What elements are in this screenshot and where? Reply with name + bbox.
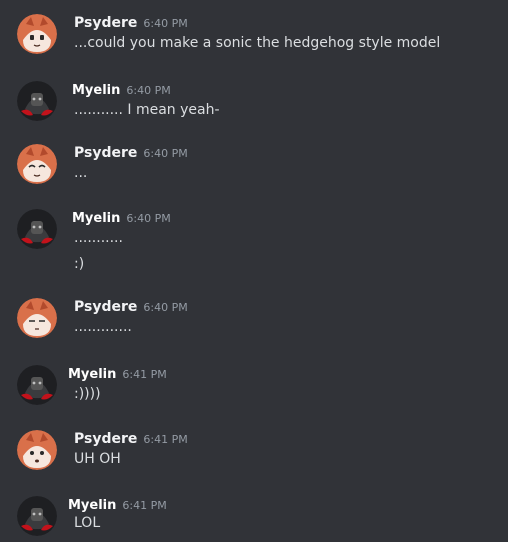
myelin-avatar[interactable]	[17, 496, 57, 536]
message-text: ...	[74, 165, 88, 181]
username[interactable]: Myelin	[72, 83, 120, 98]
timestamp: 6:41 PM	[122, 499, 167, 512]
timestamp: 6:41 PM	[122, 368, 167, 381]
username[interactable]: Myelin	[68, 367, 116, 382]
psydere-avatar[interactable]	[17, 298, 57, 338]
dark-character-icon	[17, 496, 57, 536]
message-text: ........... I mean yeah-	[74, 102, 220, 118]
timestamp: 6:40 PM	[126, 84, 171, 97]
timestamp: 6:41 PM	[143, 433, 188, 446]
message-text: UH OH	[74, 451, 121, 467]
timestamp: 6:40 PM	[143, 147, 188, 160]
timestamp: 6:40 PM	[126, 212, 171, 225]
psydere-avatar[interactable]	[17, 144, 57, 184]
username[interactable]: Psydere	[74, 15, 137, 31]
username[interactable]: Myelin	[72, 211, 120, 226]
fox-face-icon	[17, 430, 57, 470]
fox-face-icon	[17, 298, 57, 338]
psydere-avatar[interactable]	[17, 14, 57, 54]
myelin-avatar[interactable]	[17, 365, 57, 405]
username[interactable]: Psydere	[74, 299, 137, 315]
myelin-avatar[interactable]	[17, 81, 57, 121]
message-text: ...could you make a sonic the hedgehog s…	[74, 35, 441, 51]
dark-character-icon	[17, 209, 57, 249]
message-text: LOL	[74, 515, 101, 531]
dark-character-icon	[17, 365, 57, 405]
message-text: :))))	[74, 386, 101, 402]
username[interactable]: Myelin	[68, 498, 116, 513]
message-text: :)	[74, 256, 85, 272]
fox-face-icon	[17, 144, 57, 184]
timestamp: 6:40 PM	[143, 17, 188, 30]
fox-face-icon	[17, 14, 57, 54]
timestamp: 6:40 PM	[143, 301, 188, 314]
username[interactable]: Psydere	[74, 145, 137, 161]
username[interactable]: Psydere	[74, 431, 137, 447]
chat-message-list: Psydere 6:40 PM ...could you make a sonic…	[0, 0, 508, 542]
psydere-avatar[interactable]	[17, 430, 57, 470]
message-text: ...........	[74, 230, 123, 246]
myelin-avatar[interactable]	[17, 209, 57, 249]
dark-character-icon	[17, 81, 57, 121]
message-text: .............	[74, 319, 132, 335]
